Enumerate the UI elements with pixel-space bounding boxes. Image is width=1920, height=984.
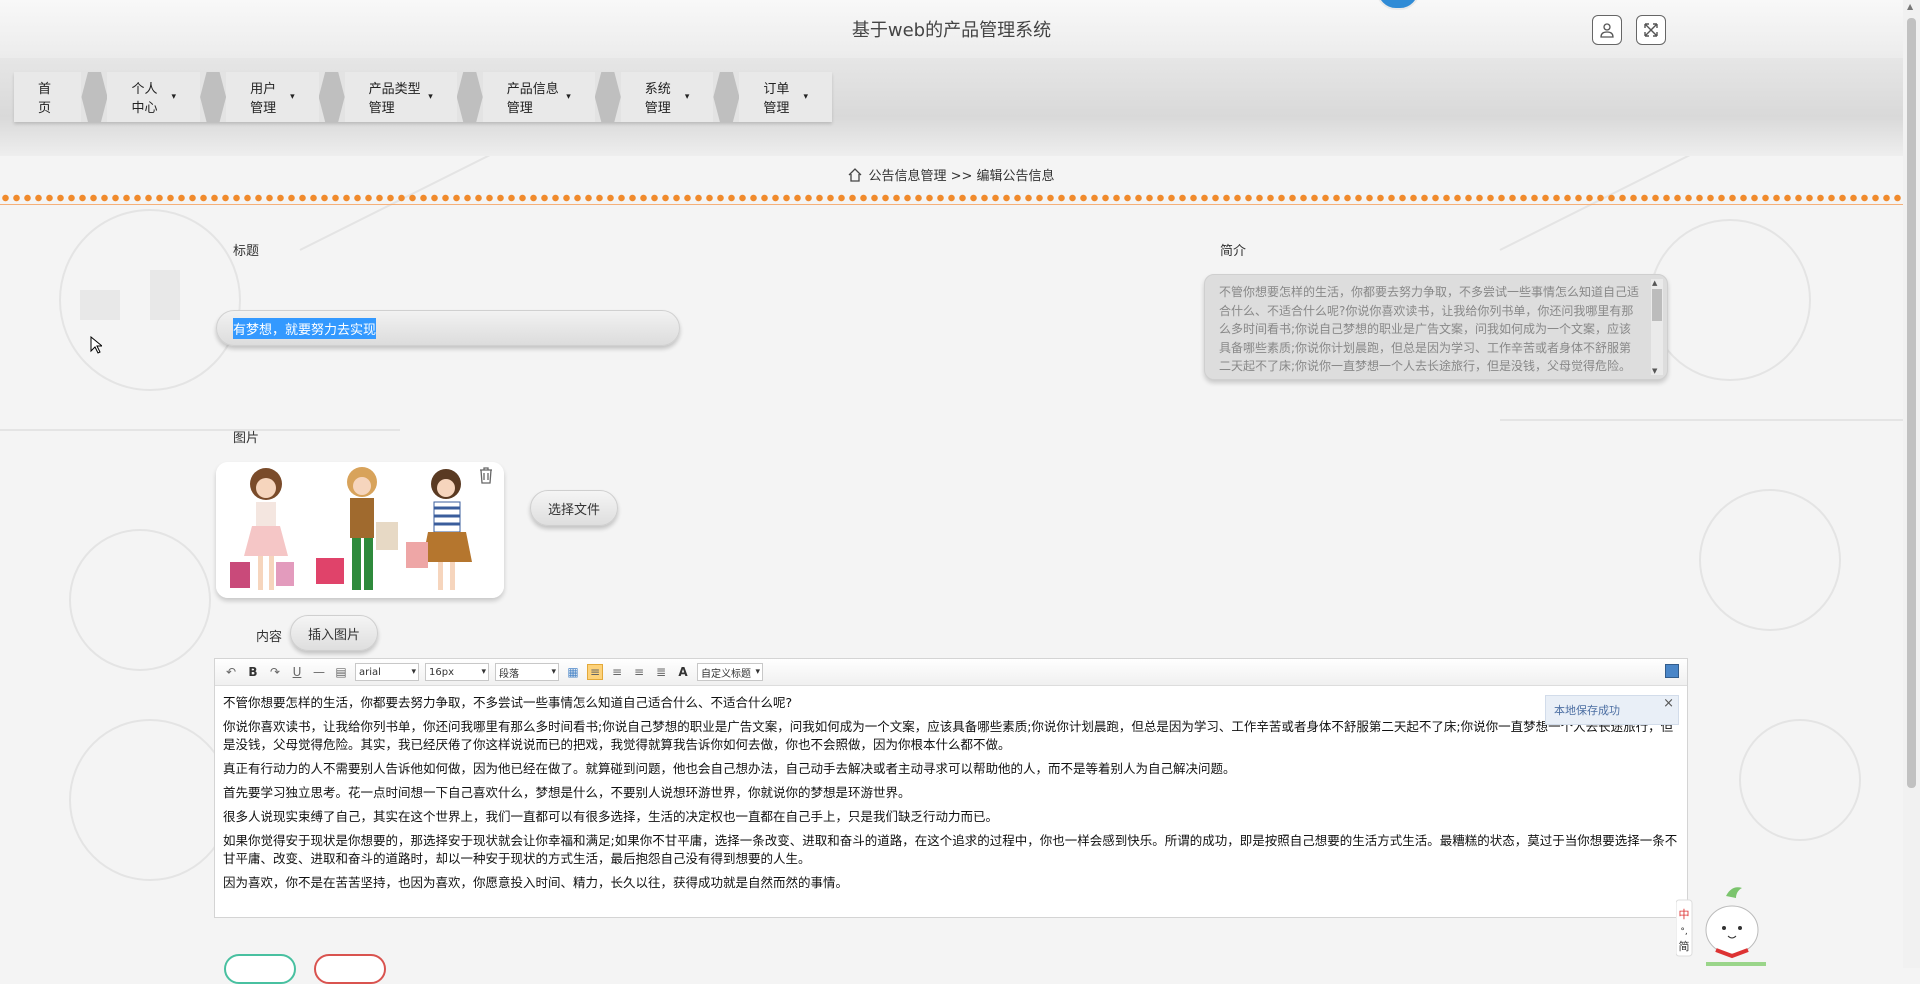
intro-textarea[interactable]: 不管你想要怎样的生活，你都要去努力争取，不多尝试一些事情怎么知道自己适合什么、不… — [1204, 274, 1668, 380]
font-family-select[interactable]: arial — [355, 663, 419, 681]
trash-icon[interactable] — [478, 466, 494, 484]
content-paragraph: 因为喜欢，你不是在苦苦坚持，也因为喜欢，你愿意投入时间、精力，长久以往，获得成功… — [223, 875, 849, 890]
page-scrollbar[interactable]: ▲ — [1903, 0, 1920, 968]
nav-item-order-management[interactable]: 订单管理 ▾ — [739, 72, 832, 122]
cancel-button[interactable] — [314, 954, 386, 984]
align-right-icon[interactable]: ≡ — [609, 664, 625, 680]
align-center-icon[interactable]: ≡ — [631, 664, 647, 680]
mouse-cursor-icon — [90, 336, 102, 354]
undo-icon[interactable]: ↶ — [223, 664, 239, 680]
mascot-char-2: °, — [1680, 927, 1687, 937]
align-left-icon[interactable]: ≡ — [587, 664, 603, 680]
align-justify-icon[interactable]: ≣ — [653, 664, 669, 680]
image-preview — [216, 462, 504, 598]
breadcrumb-section[interactable]: 公告信息管理 — [868, 169, 946, 184]
nav-item-product-type-management[interactable]: 产品类型管理 ▾ — [344, 72, 457, 122]
scroll-up-icon[interactable]: ▲ — [1907, 2, 1913, 11]
content-paragraph: 真正有行动力的人不需要别人告诉他如何做，因为他已经在做了。就算碰到问题，他也会自… — [223, 761, 1236, 776]
page-scroll-thumb[interactable] — [1907, 18, 1916, 788]
nav-item-home[interactable]: 首页 — [14, 72, 82, 122]
mascot-char-1: 中 — [1679, 908, 1690, 921]
content-paragraph: 你说你喜欢读书，让我给你列书单，你还问我哪里有那么多时间看书;你说自己梦想的职业… — [223, 719, 1674, 752]
app-header: 基于web的产品管理系统 — [0, 0, 1903, 59]
content-label: 内容 — [256, 630, 283, 645]
table-icon[interactable]: ▦ — [565, 664, 581, 680]
chevron-down-icon: ▾ — [428, 92, 433, 102]
chevron-down-icon: ▾ — [171, 92, 177, 102]
font-size-select[interactable]: 16px — [425, 663, 489, 681]
intro-text: 不管你想要怎样的生活，你都要去努力争取，不多尝试一些事情怎么知道自己适合什么、不… — [1219, 285, 1640, 373]
nav-item-system-management[interactable]: 系统管理 ▾ — [620, 72, 714, 122]
insert-image-button[interactable]: 插入图片 — [290, 615, 378, 651]
redo-icon[interactable]: ↷ — [267, 664, 283, 680]
scroll-down-icon[interactable]: ▼ — [1652, 367, 1657, 375]
mascot-widget[interactable]: 中 °, 简 — [1676, 878, 1774, 968]
fullscreen-editor-icon[interactable] — [1665, 664, 1679, 678]
divider — [0, 192, 1903, 205]
bold-icon[interactable]: B — [245, 664, 261, 680]
content-paragraph: 如果你觉得安于现状是你想要的，那选择安于现状就会让你幸福和满足;如果你不甘平庸，… — [223, 833, 1678, 866]
mascot-char-3: 简 — [1679, 939, 1690, 953]
underline-icon[interactable]: U — [289, 664, 305, 680]
content-paragraph: 首先要学习独立思考。花一点时间想一下自己喜欢什么，梦想是什么，不要别人说想环游世… — [223, 785, 911, 800]
user-icon — [1600, 23, 1614, 38]
save-toast: 本地保存成功 × — [1545, 695, 1679, 725]
scroll-up-icon[interactable]: ▲ — [1652, 279, 1657, 287]
content-paragraph: 很多人说现实束缚了自己，其实在这个世界上，我们一直都可以有很多选择，生活的决定权… — [223, 809, 999, 824]
custom-heading-select[interactable]: 自定义标题 — [697, 663, 763, 681]
nav-item-product-info-management[interactable]: 产品信息管理 ▾ — [482, 72, 595, 122]
intro-label: 简介 — [1220, 244, 1247, 259]
paragraph-select[interactable]: 段落 — [495, 663, 559, 681]
breadcrumb-separator: >> — [950, 169, 973, 184]
fullscreen-button[interactable] — [1636, 15, 1666, 45]
horizontal-rule-icon[interactable]: — — [311, 664, 327, 680]
chevron-down-icon: ▾ — [566, 92, 571, 102]
title-value: 有梦想，就要努力去实现 — [233, 317, 377, 339]
chevron-down-icon: ▾ — [803, 92, 808, 102]
breadcrumb: 公告信息管理 >> 编辑公告信息 — [0, 165, 1903, 184]
chevron-down-icon: ▾ — [684, 92, 690, 102]
nav-item-user-management[interactable]: 用户管理 ▾ — [226, 72, 319, 122]
editor-toolbar: ↶ B ↷ U — ▤ arial 16px 段落 ▦ ≡ ≡ ≡ ≣ A 自定… — [215, 659, 1687, 686]
close-icon[interactable]: × — [1663, 696, 1674, 711]
fullscreen-icon — [1644, 23, 1658, 37]
main-nav: 首页 个人中心 ▾ 用户管理 ▾ 产品类型管理 ▾ 产品信息管理 ▾ 系统管理 ▾ 订单管… — [14, 72, 832, 122]
user-button[interactable] — [1592, 15, 1622, 45]
title-input[interactable]: 有梦想，就要努力去实现 — [216, 310, 680, 346]
submit-button[interactable] — [224, 954, 296, 984]
title-label: 标题 — [233, 244, 260, 259]
toast-text: 本地保存成功 — [1554, 704, 1620, 717]
paste-icon[interactable]: ▤ — [333, 664, 349, 680]
nav-item-personal-center[interactable]: 个人中心 ▾ — [107, 72, 201, 122]
fashion-girls-image — [216, 462, 504, 598]
choose-file-button[interactable]: 选择文件 — [530, 490, 618, 526]
breadcrumb-current: 编辑公告信息 — [976, 169, 1055, 184]
rich-text-editor: ↶ B ↷ U — ▤ arial 16px 段落 ▦ ≡ ≡ ≡ ≣ A 自定… — [214, 658, 1688, 918]
intro-scrollbar[interactable]: ▲ ▼ — [1651, 279, 1663, 375]
font-color-icon[interactable]: A — [675, 664, 691, 680]
editor-content[interactable]: 不管你想要怎样的生活，你都要去努力争取，不多尝试一些事情怎么知道自己适合什么、不… — [215, 686, 1687, 892]
content-paragraph: 不管你想要怎样的生活，你都要去努力争取，不多尝试一些事情怎么知道自己适合什么、不… — [223, 695, 793, 710]
chevron-down-icon: ▾ — [290, 92, 295, 102]
image-label: 图片 — [233, 431, 260, 446]
scroll-thumb[interactable] — [1652, 289, 1662, 321]
home-icon — [848, 168, 862, 182]
